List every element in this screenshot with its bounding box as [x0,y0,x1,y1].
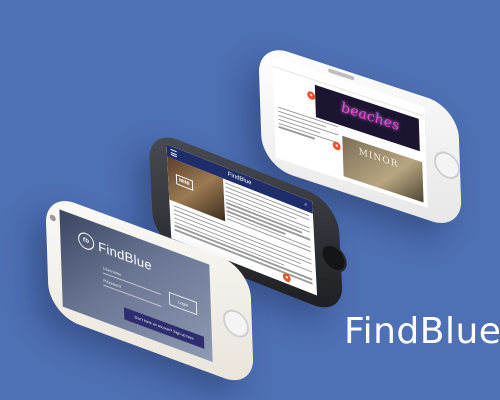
home-button [222,305,250,342]
mockup-stage: ● beaches ● MINOR FindBlue ⌕ MINI ● fb F… [0,0,500,400]
brand-wordmark: FindBlue [344,311,500,352]
card-photo-text: MINOR [358,147,399,171]
front-camera [49,213,56,223]
hero-caption: MINI [175,173,193,191]
hamburger-menu-icon[interactable] [170,148,177,158]
logo-badge-icon: fb [77,230,95,253]
search-icon[interactable]: ⌕ [304,201,308,208]
login-logo: fb FindBlue [77,230,152,273]
home-button [320,239,348,277]
login-button[interactable]: Login [168,291,198,316]
home-button [433,147,461,183]
feed-badge-icon: ● [332,140,341,152]
